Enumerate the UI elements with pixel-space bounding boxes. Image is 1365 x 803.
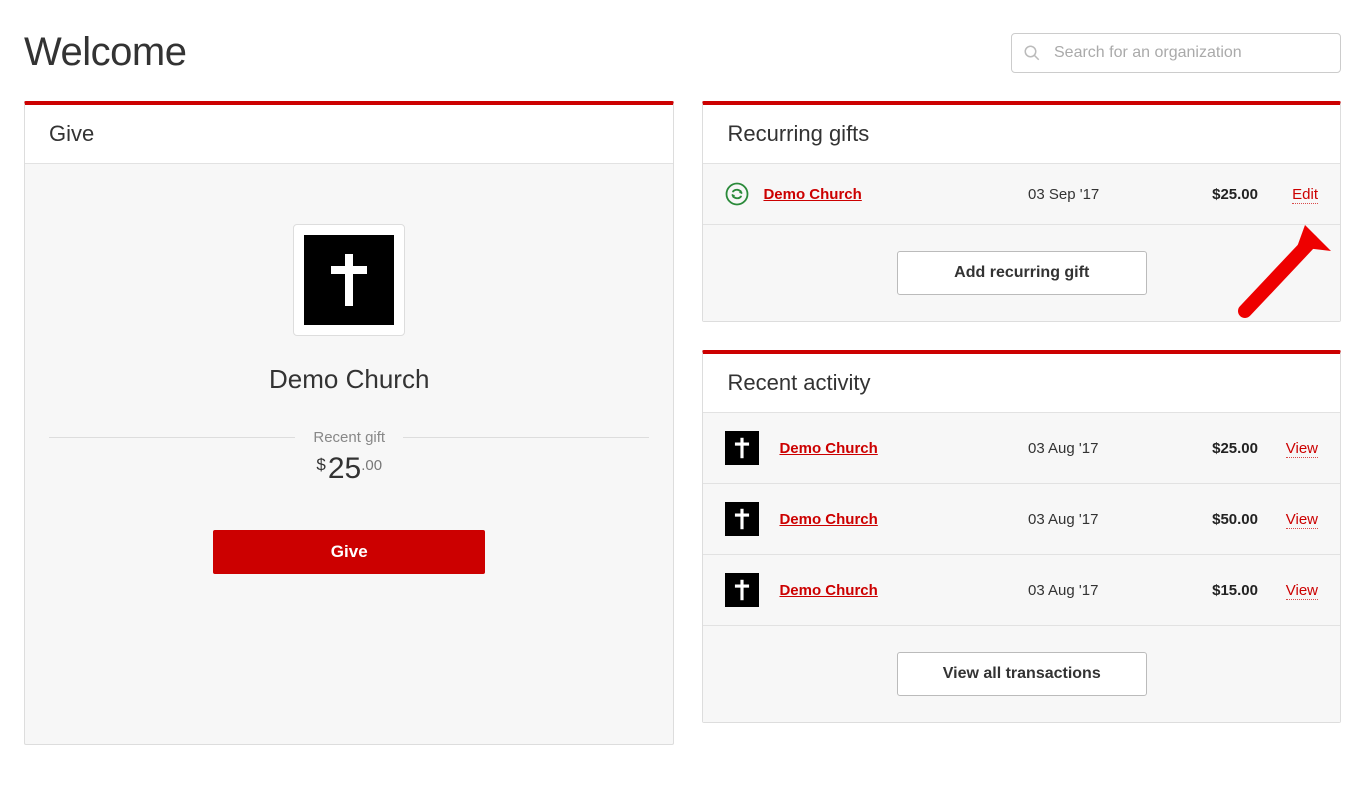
recent-activity-header: Recent activity [703,354,1340,413]
recurring-amount: $25.00 [1168,186,1258,203]
amount-cents: .00 [361,457,382,474]
org-logo-frame [293,224,405,336]
give-button[interactable]: Give [213,530,485,574]
view-all-transactions-button[interactable]: View all transactions [897,652,1147,696]
activity-row: Demo Church 03 Aug '17 $15.00 View [703,555,1340,626]
recurring-org-link[interactable]: Demo Church [763,186,861,203]
add-recurring-gift-button[interactable]: Add recurring gift [897,251,1147,295]
recurring-icon [725,182,749,206]
view-link[interactable]: View [1286,582,1318,600]
view-link[interactable]: View [1286,511,1318,529]
cross-icon [725,502,759,536]
edit-link[interactable]: Edit [1292,186,1318,204]
activity-date: 03 Aug '17 [1028,440,1168,457]
activity-amount: $50.00 [1168,511,1258,528]
activity-amount: $15.00 [1168,582,1258,599]
activity-row: Demo Church 03 Aug '17 $25.00 View [703,413,1340,484]
cross-icon [725,573,759,607]
recurring-gifts-header: Recurring gifts [703,105,1340,164]
activity-date: 03 Aug '17 [1028,582,1168,599]
recurring-gifts-panel: Recurring gifts Demo Church 03 Sep '17 [702,101,1341,322]
page-title: Welcome [24,30,186,75]
activity-org-link[interactable]: Demo Church [779,440,877,457]
search-wrap [1011,33,1341,73]
recurring-gift-row: Demo Church 03 Sep '17 $25.00 Edit [703,164,1340,225]
view-link[interactable]: View [1286,440,1318,458]
activity-org-link[interactable]: Demo Church [779,511,877,528]
recent-activity-panel: Recent activity Demo Church 03 Aug '17 $… [702,350,1341,723]
org-name: Demo Church [49,364,649,395]
divider [49,437,295,438]
amount-symbol: $ [316,455,325,474]
amount-dollars: 25 [328,452,361,485]
cross-icon [304,235,394,325]
search-input[interactable] [1011,33,1341,73]
give-panel: Give Demo Church Recent gift $25.00 Give [24,101,674,745]
activity-date: 03 Aug '17 [1028,511,1168,528]
recent-gift-amount: $25.00 [49,452,649,486]
recent-gift-label: Recent gift [295,429,403,446]
activity-amount: $25.00 [1168,440,1258,457]
recurring-date: 03 Sep '17 [1028,186,1168,203]
search-icon [1023,44,1041,62]
activity-org-link[interactable]: Demo Church [779,582,877,599]
cross-icon [725,431,759,465]
divider [403,437,649,438]
activity-row: Demo Church 03 Aug '17 $50.00 View [703,484,1340,555]
give-panel-header: Give [25,105,673,164]
